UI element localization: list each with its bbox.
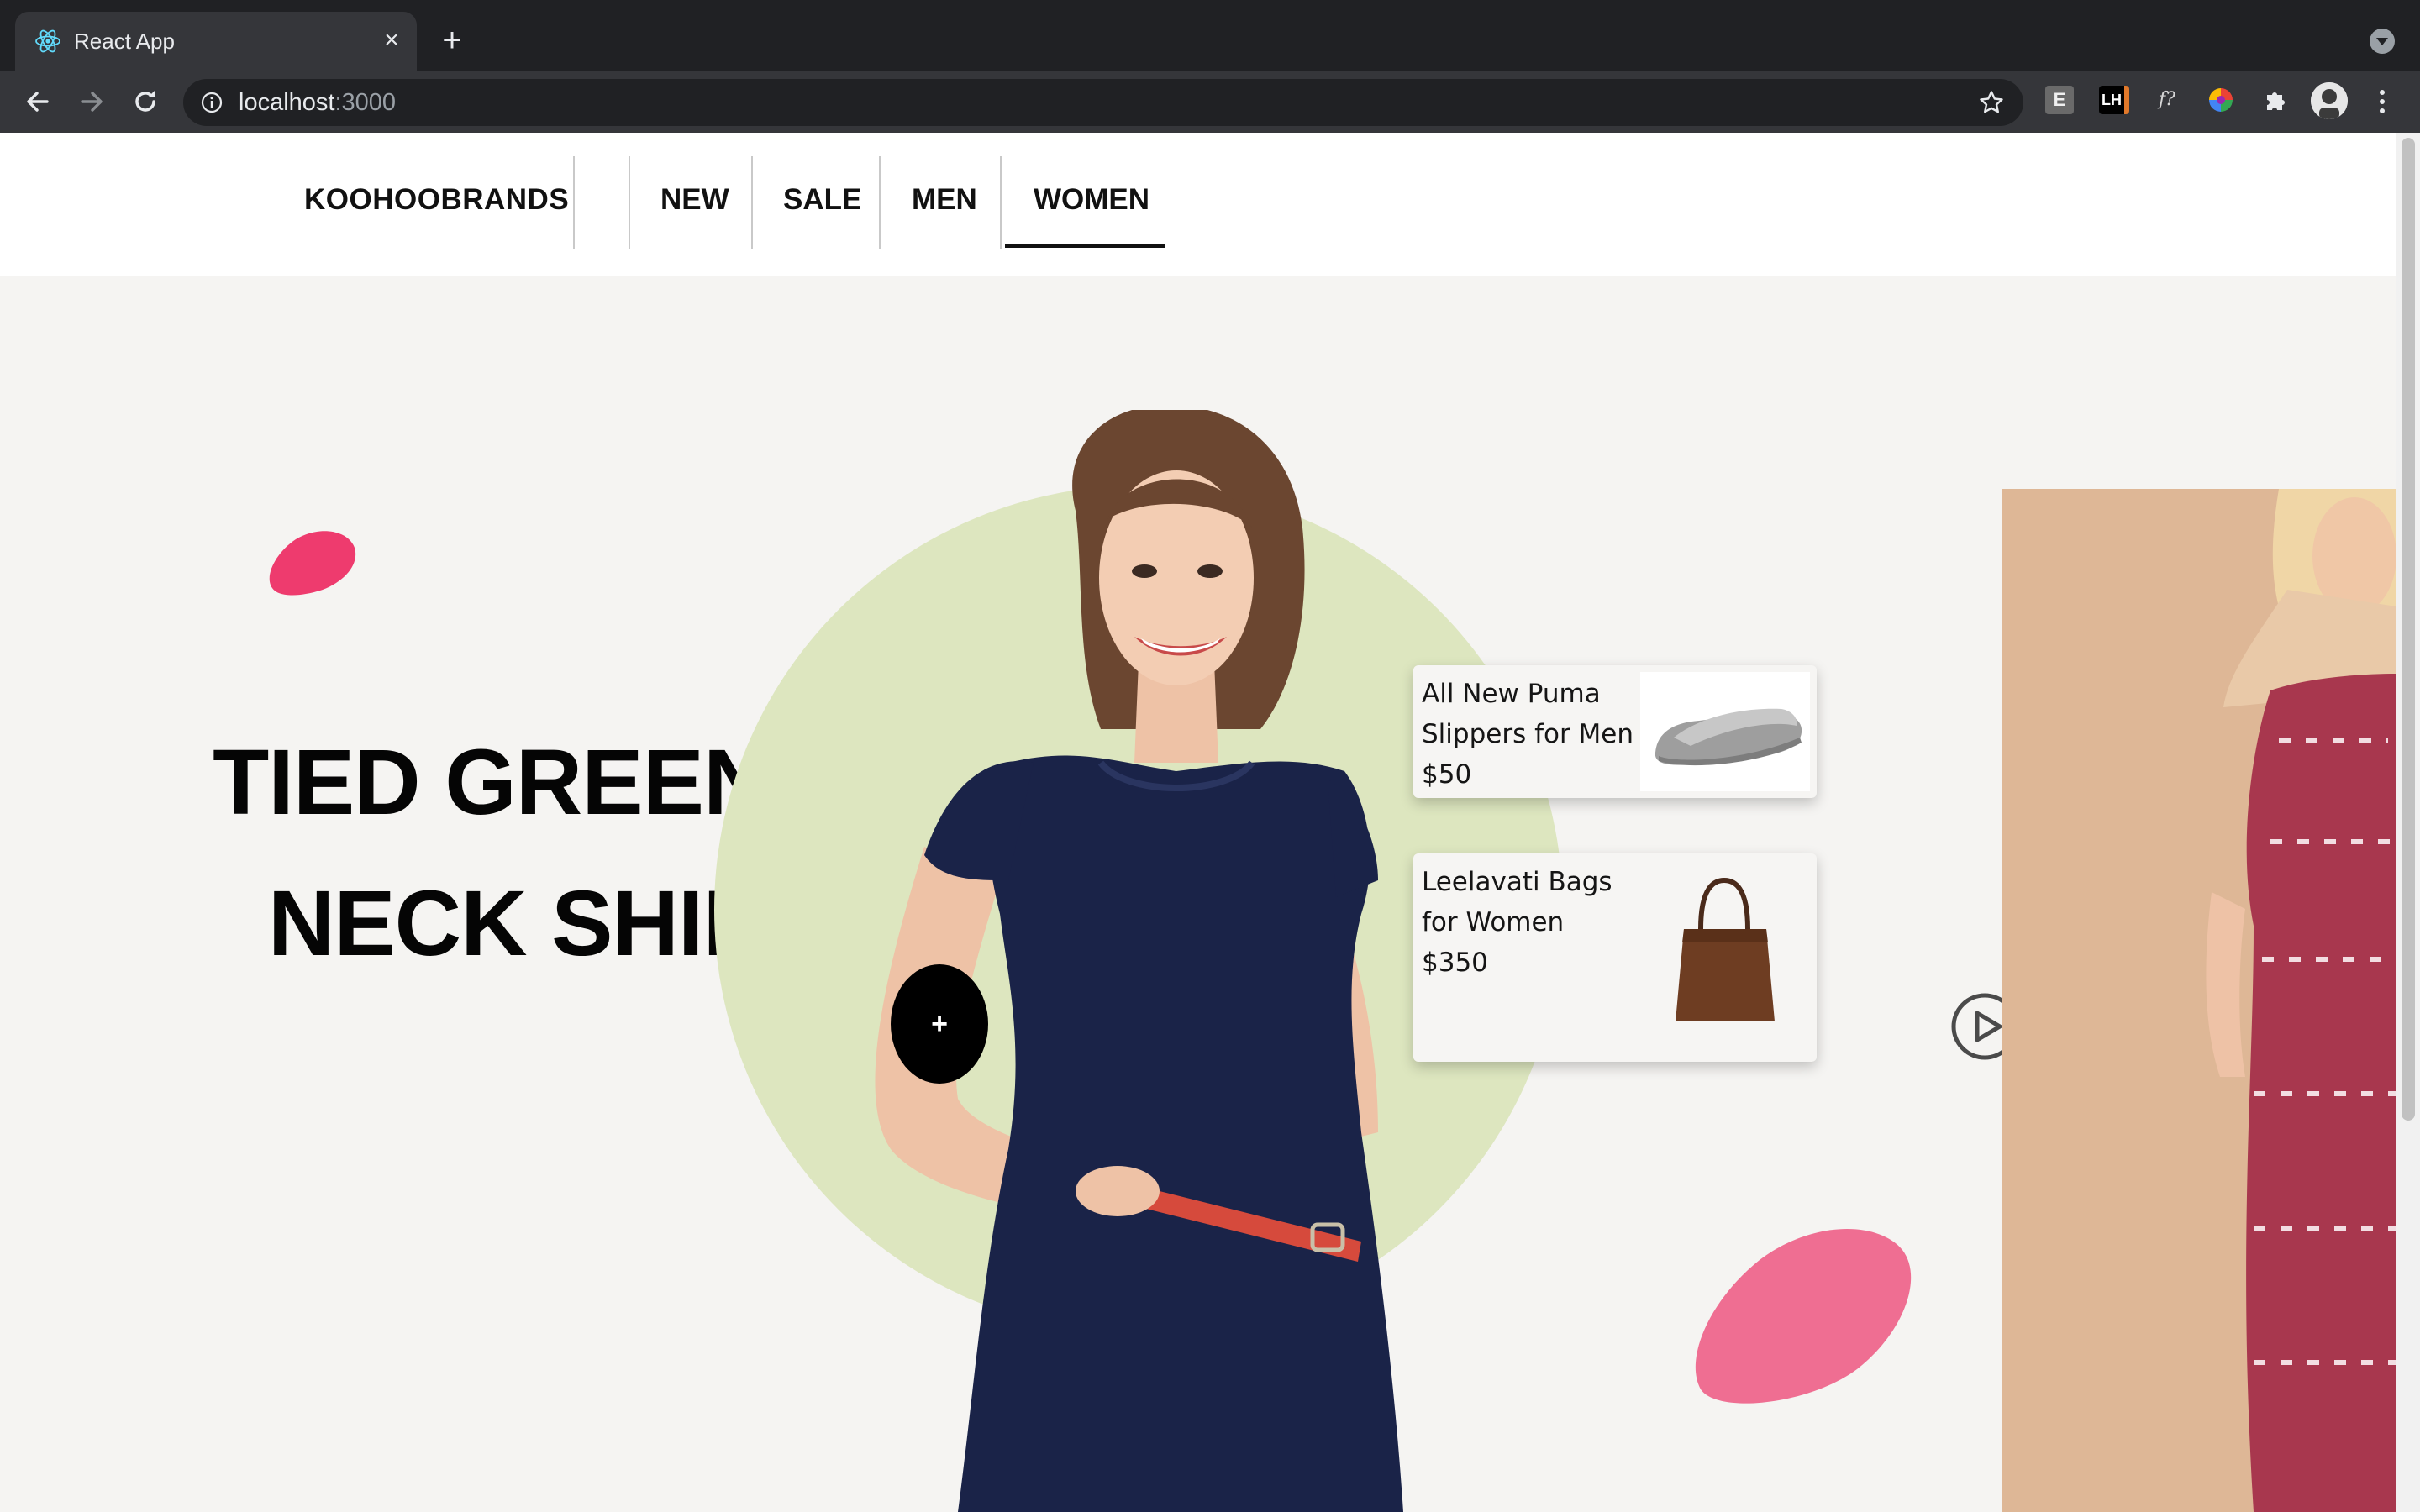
scrollbar-thumb[interactable] (2402, 138, 2415, 1121)
product-name-line-2: Slippers for Men (1422, 719, 1634, 749)
forward-arrow-icon[interactable] (72, 82, 111, 121)
nav-divider (629, 156, 630, 249)
nav-link-men[interactable]: MEN (912, 183, 977, 217)
browser-toolbar: localhost:3000 E LH f? (0, 71, 2420, 133)
extension-lh-icon[interactable]: LH (2099, 86, 2129, 114)
page-viewport: KOOHOOBRANDS NEW SALE MEN WOMEN TIED GRE… (0, 133, 2396, 1512)
tab-title: React App (74, 29, 175, 54)
product-card[interactable]: Leelavati Bags for Women $350 (1413, 853, 1817, 1062)
product-price: $50 (1422, 759, 1472, 790)
color-picker-extension-icon[interactable] (2207, 86, 2235, 114)
avatar-person-icon (2311, 82, 2348, 119)
address-bar[interactable]: localhost:3000 (183, 79, 2023, 126)
nav-divider (879, 156, 881, 249)
nav-divider (1000, 156, 1002, 249)
url-text: localhost:3000 (239, 89, 397, 116)
decorative-pink-blob (269, 531, 356, 596)
nav-link-women[interactable]: WOMEN (1034, 183, 1150, 217)
browser-menu-icon[interactable] (2370, 86, 2395, 118)
add-product-button[interactable]: + (891, 964, 988, 1084)
product-name-line-2: for Women (1422, 907, 1565, 937)
puzzle-extensions-icon[interactable] (2260, 86, 2289, 114)
product-name-line-1: All New Puma (1422, 679, 1601, 709)
site-info-icon[interactable] (200, 91, 224, 114)
extension-font-icon[interactable]: f? (2153, 86, 2181, 114)
browser-tab-strip: React App × + (0, 0, 2420, 71)
reload-icon[interactable] (126, 82, 165, 121)
new-tab-icon[interactable]: + (435, 24, 469, 57)
decorative-pink-blob-large (1695, 1229, 1912, 1404)
extension-e-icon[interactable]: E (2045, 86, 2074, 114)
product-info: Leelavati Bags for Women $350 (1422, 862, 1649, 983)
slipper-image (1640, 672, 1810, 791)
browser-tab[interactable]: React App × (15, 12, 417, 71)
nav-divider (751, 156, 753, 249)
tab-search-icon[interactable] (2370, 29, 2395, 54)
profile-avatar[interactable] (2311, 82, 2348, 119)
active-nav-indicator (1005, 244, 1165, 248)
product-card[interactable]: All New Puma Slippers for Men $50 (1413, 665, 1817, 798)
nav-link-sale[interactable]: SALE (783, 183, 861, 217)
nav-link-new[interactable]: NEW (660, 183, 729, 217)
react-logo-icon (35, 29, 60, 53)
back-arrow-icon[interactable] (18, 82, 57, 121)
page-scrollbar[interactable] (2396, 133, 2420, 1512)
brand-logo[interactable]: KOOHOOBRANDS (304, 183, 569, 217)
product-price: $350 (1422, 948, 1488, 978)
site-header: KOOHOOBRANDS NEW SALE MEN WOMEN (0, 133, 2396, 276)
handbag-image (1640, 870, 1810, 1038)
bookmark-star-icon[interactable] (1978, 89, 2005, 116)
nav-divider (573, 156, 575, 249)
product-info: All New Puma Slippers for Men $50 (1422, 674, 1649, 795)
tab-close-icon[interactable]: × (376, 25, 407, 55)
product-name-line-1: Leelavati Bags (1422, 867, 1612, 897)
fashion-model-photo (2002, 489, 2396, 1512)
